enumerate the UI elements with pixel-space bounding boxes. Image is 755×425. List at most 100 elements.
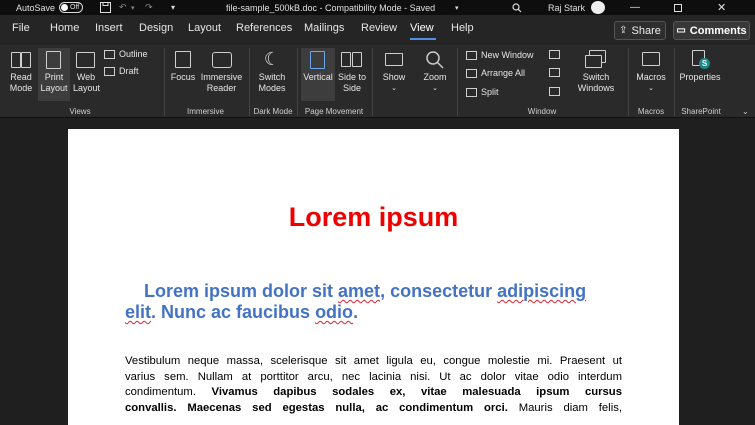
autosave-toggle[interactable]: Off [59,2,84,13]
macros-group-label: Macros [637,107,665,116]
show-button[interactable]: Show ⌄ [378,50,410,94]
tab-insert[interactable]: Insert [95,22,123,34]
properties-button[interactable]: S Properties [677,50,723,83]
tab-layout[interactable]: Layout [188,22,221,34]
autosave-state: Off [70,4,80,11]
macros-label: Macros [636,72,666,82]
autosave-control[interactable]: AutoSave Off [16,0,84,15]
restore-icon[interactable] [674,0,682,15]
separator [372,48,373,116]
collapse-ribbon-icon[interactable]: ⌄ [742,107,749,116]
zoom-label: Zoom [423,72,447,82]
zoom-icon [425,50,445,69]
user-name: Raj Stark [548,2,586,13]
separator [628,48,629,116]
focus-button[interactable]: Focus [168,50,198,83]
outline-label: Outline [119,49,148,59]
switch-windows-button[interactable]: Switch Windows [568,50,624,94]
new-window-icon [466,50,477,60]
switch-modes-button[interactable]: ☾ Switch Modes [254,50,290,94]
reset-window-position-icon[interactable] [549,87,560,96]
macros-button[interactable]: Macros ⌄ [632,50,670,94]
close-icon[interactable]: ✕ [717,0,726,15]
avatar[interactable] [591,0,605,15]
focus-icon [174,50,192,69]
synchronous-scrolling-icon[interactable] [549,68,560,77]
arrange-all-label: Arrange All [481,68,526,78]
show-icon [384,50,404,69]
active-tab-indicator [410,38,436,40]
show-label: Show [382,72,406,82]
paragraph-line: convallis. Maecenas sed egestas nulla, a… [125,402,622,415]
draft-icon [104,66,115,76]
redo-icon[interactable]: ↷ [145,0,153,15]
split-button[interactable]: Split [466,87,499,97]
properties-label: Properties [679,72,721,82]
separator [297,48,298,116]
document-title: Lorem ipsum [288,202,459,232]
views-group-label: Views [69,107,91,116]
sharepoint-group-label: SharePoint [681,107,721,116]
immersive-reader-icon [211,50,232,69]
side-to-side-button[interactable]: Side to Side [337,50,367,94]
comment-icon: ▭ [676,25,686,36]
save-icon[interactable] [100,0,111,15]
zoom-button[interactable]: Zoom ⌄ [419,50,451,94]
tab-review[interactable]: Review [361,22,397,34]
paragraph-line: varius sem. Nullam at porttitor arcu, ne… [125,370,622,383]
title-dropdown-icon[interactable]: ▾ [455,0,459,15]
tab-design[interactable]: Design [139,22,173,34]
separator [249,48,250,116]
web-layout-button[interactable]: Web Layout [70,50,102,94]
web-layout-icon [76,50,96,69]
focus-label: Focus [170,72,196,82]
dark-mode-group-label: Dark Mode [253,107,293,116]
new-window-button[interactable]: New Window [466,50,534,60]
read-mode-button[interactable]: Read Mode [4,50,38,94]
immersive-group-label: Immersive [187,107,224,116]
read-mode-label: Read Mode [9,72,33,93]
switch-windows-label: Switch Windows [577,72,615,93]
outline-button[interactable]: Outline [104,49,148,59]
vertical-icon [308,50,328,69]
new-window-label: New Window [481,50,534,60]
customize-toolbar-icon[interactable]: ▾ [171,0,175,15]
paragraph-line: condimentum. Vivamus dapibus sodales ex,… [125,386,622,399]
view-side-by-side-icon[interactable] [549,50,560,59]
comments-button[interactable]: ▭ Comments [673,21,750,40]
document-paragraph: Vestibulum neque massa, scelerisque sit … [125,354,622,417]
split-label: Split [481,87,499,97]
paragraph-line: Vestibulum neque massa, scelerisque sit … [125,355,622,367]
immersive-reader-label: Immersive Reader [200,72,243,93]
print-layout-button[interactable]: Print Layout [38,50,70,94]
minimize-icon[interactable]: — [630,0,640,15]
share-button[interactable]: ⇪ Share [614,21,666,40]
split-icon [466,87,477,97]
vertical-label: Vertical [303,72,333,82]
autosave-label: AutoSave [16,2,56,13]
window-group-label: Window [527,107,557,116]
tab-file[interactable]: File [12,22,30,34]
vertical-button[interactable]: Vertical [301,50,335,83]
separator [457,48,458,116]
undo-icon[interactable]: ↶ [119,0,127,15]
separator [674,48,675,116]
moon-icon: ☾ [263,49,281,69]
tab-mailings[interactable]: Mailings [304,22,344,34]
tab-references[interactable]: References [236,22,292,34]
draft-button[interactable]: Draft [104,66,139,76]
arrange-all-button[interactable]: Arrange All [466,68,525,78]
macros-icon [641,50,661,69]
search-icon[interactable] [512,0,522,15]
toggle-knob [61,4,69,11]
tab-help[interactable]: Help [451,22,474,34]
page-movement-group-label: Page Movement [304,107,364,116]
tab-view[interactable]: View [410,22,434,34]
document-page[interactable]: Lorem ipsum Lorem ipsum dolor sit amet, … [68,129,679,425]
comments-label: Comments [689,24,747,37]
tab-home[interactable]: Home [50,22,79,34]
undo-dropdown-icon[interactable]: ▾ [131,0,135,15]
read-mode-icon [11,50,31,69]
immersive-reader-button[interactable]: Immersive Reader [199,50,244,94]
print-layout-icon [46,50,62,69]
